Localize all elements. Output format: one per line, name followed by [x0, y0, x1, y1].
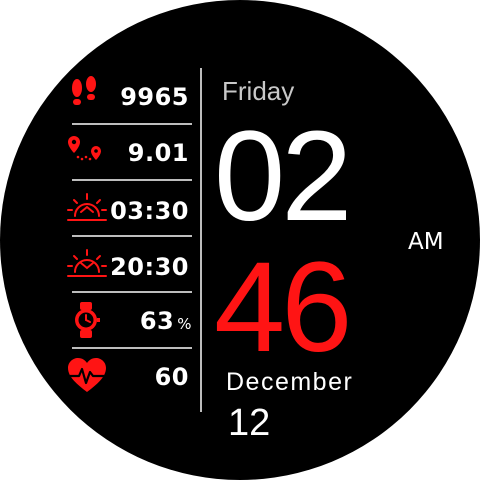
- steps-row[interactable]: 9965: [66, 76, 192, 116]
- battery-row[interactable]: 63%: [66, 300, 192, 340]
- vertical-separator: [200, 68, 202, 412]
- sunset-row[interactable]: 20:30: [66, 246, 192, 286]
- sunset-value: 20:30: [110, 253, 189, 281]
- watch-battery-icon: [66, 300, 108, 340]
- heart-rate-value: 60: [154, 363, 189, 391]
- divider: [72, 123, 192, 125]
- divider: [72, 235, 192, 237]
- route-distance-icon: [66, 132, 108, 172]
- watch-face: 9965 9.01 03:30 20:30 63 % 60 Friday 02 …: [0, 0, 480, 480]
- divider: [72, 291, 192, 293]
- hour-display: 02: [214, 105, 352, 248]
- divider: [72, 179, 192, 181]
- sunrise-icon: [66, 190, 108, 230]
- month-label: December: [226, 368, 354, 396]
- day-of-week: Friday: [222, 76, 295, 106]
- sunrise-row[interactable]: 03:30: [66, 190, 192, 230]
- divider: [72, 347, 192, 349]
- distance-row[interactable]: 9.01: [66, 132, 192, 172]
- minute-display: 46: [214, 236, 352, 379]
- sunset-icon: [66, 246, 108, 286]
- distance-value: 9.01: [127, 139, 189, 167]
- am-pm-indicator: AM: [408, 229, 444, 255]
- heart-rate-row[interactable]: 60: [66, 356, 192, 396]
- sunrise-value: 03:30: [110, 197, 189, 225]
- battery-value: 63%: [139, 307, 192, 335]
- day-of-month: 12: [228, 402, 271, 444]
- footsteps-icon: [66, 76, 108, 116]
- steps-value: 9965: [120, 83, 189, 111]
- heart-rate-icon: [66, 356, 108, 396]
